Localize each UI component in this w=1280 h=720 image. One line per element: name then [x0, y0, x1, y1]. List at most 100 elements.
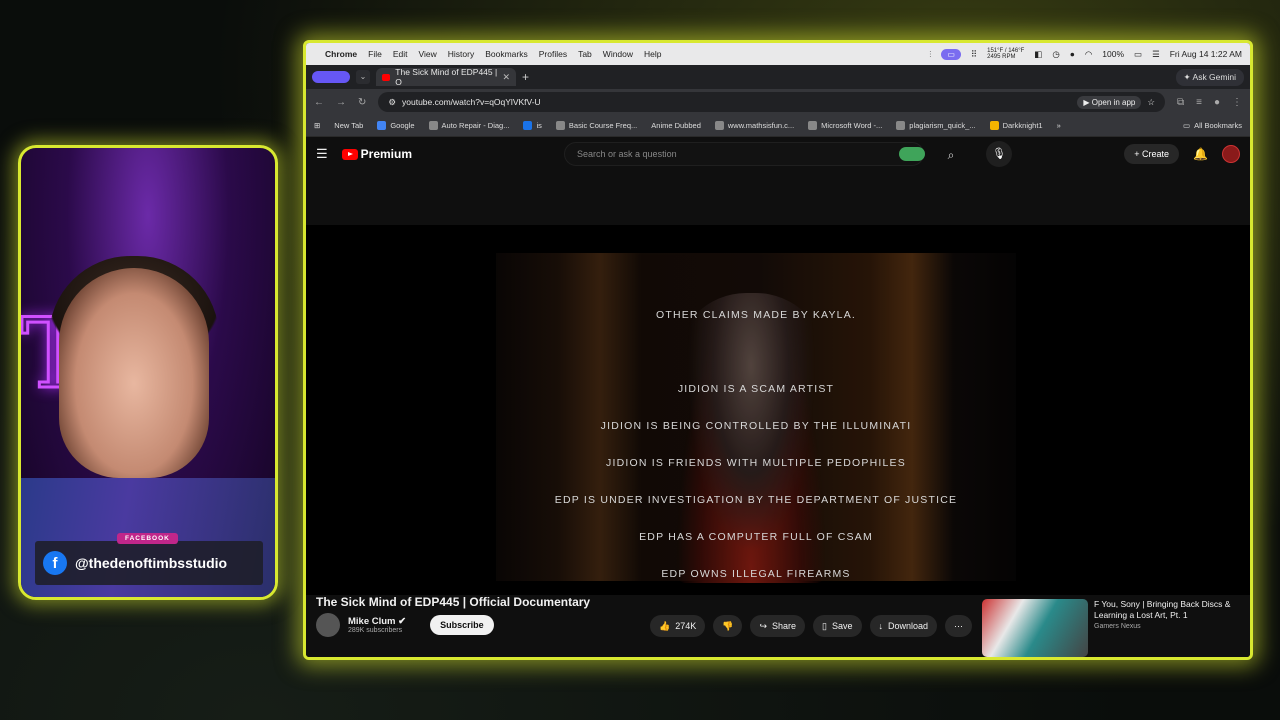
streamer-face — [59, 268, 209, 478]
claim-line: EDP OWNS ILLEGAL FIREARMS — [661, 568, 851, 580]
bookmark-auto-repair[interactable]: Auto Repair - Diag... — [428, 121, 509, 130]
claim-line: EDP HAS A COMPUTER FULL OF CSAM — [639, 531, 873, 543]
channel-info[interactable]: Mike Clum ✔ 289K subscribers — [348, 616, 406, 634]
bookmark-basic-course[interactable]: Basic Course Freq... — [555, 121, 637, 130]
hamburger-menu-icon[interactable]: ☰ — [316, 146, 328, 162]
back-icon[interactable]: ← — [314, 97, 324, 108]
subscribe-button[interactable]: Subscribe — [430, 615, 494, 635]
save-button[interactable]: ▯ Save — [813, 615, 862, 637]
clock-icon[interactable]: ◷ — [1052, 49, 1059, 60]
youtube-play-icon — [341, 148, 358, 160]
menu-view[interactable]: View — [418, 49, 436, 59]
channel-avatar[interactable] — [316, 613, 340, 637]
new-tab-icon[interactable]: + — [522, 70, 529, 84]
more-actions-icon[interactable]: ⋯ — [945, 615, 973, 637]
related-info[interactable]: F You, Sony | Bringing Back Discs & Lear… — [1094, 599, 1246, 657]
apps-grid-icon[interactable]: ⊞ — [314, 121, 320, 130]
window-icon[interactable]: ◧ — [1034, 49, 1042, 60]
user-icon[interactable]: ● — [1070, 49, 1075, 59]
more-bookmarks-icon[interactable]: » — [1057, 121, 1061, 130]
thumbs-down-icon: 👎 — [722, 620, 734, 631]
kebab-menu-icon[interactable]: ⋮ — [1232, 97, 1242, 108]
menu-window[interactable]: Window — [603, 49, 633, 59]
battery-icon[interactable]: ▭ — [1134, 49, 1142, 60]
page-icon — [808, 121, 818, 130]
audio-icon[interactable]: ⫶ — [929, 49, 931, 60]
page-icon — [428, 121, 438, 130]
thumbs-up-icon: 👍 — [659, 620, 671, 631]
open-in-app-button[interactable]: ▶ Open in app — [1077, 95, 1142, 109]
forward-icon[interactable]: → — [336, 97, 346, 108]
bookmark-word[interactable]: Microsoft Word -... — [808, 121, 882, 130]
menu-file[interactable]: File — [368, 49, 382, 59]
menu-app-name[interactable]: Chrome — [325, 49, 357, 59]
menu-edit[interactable]: Edit — [393, 49, 408, 59]
download-button[interactable]: ↓ Download — [869, 615, 938, 637]
menu-history[interactable]: History — [448, 49, 474, 59]
share-button[interactable]: ↪ Share — [750, 615, 806, 637]
all-bookmarks[interactable]: ▭ All Bookmarks — [1183, 121, 1242, 130]
user-avatar[interactable] — [1222, 145, 1240, 163]
like-button[interactable]: 👍 274K — [650, 615, 706, 637]
video-player[interactable]: OTHER CLAIMS MADE BY KAYLA. JIDION IS A … — [306, 225, 1250, 595]
google-icon — [377, 121, 387, 130]
tab-close-icon[interactable]: ✕ — [502, 72, 510, 83]
tab-group-chip[interactable] — [312, 71, 350, 83]
globe-icon — [555, 121, 565, 130]
bookmark-anime[interactable]: Anime Dubbed — [651, 121, 701, 130]
bookmark-mathsisfun[interactable]: www.mathsisfun.c... — [714, 121, 794, 130]
microphone-icon[interactable]: 🎙 — [986, 141, 1013, 167]
related-title[interactable]: F You, Sony | Bringing Back Discs & Lear… — [1094, 599, 1246, 621]
claim-line: JIDION IS FRIENDS WITH MULTIPLE PEDOPHIL… — [606, 457, 906, 469]
wifi-icon[interactable]: ◠ — [1085, 49, 1092, 60]
bookmark-darkknight[interactable]: Darkknight1 — [989, 121, 1043, 130]
menu-help[interactable]: Help — [644, 49, 661, 59]
search-icon[interactable]: ⌕ — [937, 143, 965, 167]
ask-gemini-button[interactable]: ✦ Ask Gemini — [1175, 68, 1244, 86]
address-bar: ← → ↻ ⚙ youtube.com/watch?v=qOqYlVKfV-U … — [306, 89, 1250, 115]
tab-active[interactable]: The Sick Mind of EDP445 | O ✕ — [376, 67, 516, 87]
claim-line: EDP IS UNDER INVESTIGATION BY THE DEPART… — [554, 494, 958, 506]
related-channel: Gamers Nexus — [1094, 623, 1141, 630]
create-button[interactable]: + Create — [1124, 144, 1180, 164]
menu-tab[interactable]: Tab — [578, 49, 592, 59]
bookmark-plagiarism[interactable]: plagiarism_quick_... — [896, 121, 976, 130]
youtube-logo[interactable]: Premium — [341, 147, 412, 161]
download-icon: ↓ — [878, 621, 884, 631]
share-icon: ↪ — [759, 620, 768, 631]
extensions-icon[interactable]: ⧉ — [1177, 97, 1184, 108]
video-meta: The Sick Mind of EDP445 | Official Docum… — [306, 595, 1250, 657]
reload-icon[interactable]: ↻ — [358, 97, 366, 108]
bookmark-google[interactable]: Google — [377, 121, 415, 130]
bookmark-is[interactable]: is — [523, 121, 542, 130]
channel-name[interactable]: Mike Clum ✔ — [348, 616, 406, 627]
site-info-icon[interactable]: ⚙ — [388, 97, 396, 108]
related-video[interactable]: F You, Sony | Bringing Back Discs & Lear… — [982, 599, 1246, 657]
tab-title: The Sick Mind of EDP445 | O — [395, 67, 498, 87]
media-icon[interactable]: ≡ — [1196, 97, 1202, 108]
mac-menubar: Chrome File Edit View History Bookmarks … — [306, 43, 1250, 65]
profile-icon[interactable]: ● — [1214, 97, 1220, 108]
control-center-icon[interactable]: ☰ — [1152, 49, 1160, 60]
page-icon — [714, 121, 724, 130]
screen-record-icon[interactable]: ▭ — [941, 48, 961, 60]
verified-icon: ✔ — [398, 616, 407, 627]
social-handle: @thedenoftimbsstudio — [75, 555, 228, 571]
bookmark-new-tab[interactable]: New Tab — [334, 121, 363, 130]
tab-search-icon[interactable]: ⌄ — [356, 70, 370, 84]
facebook-icon: f — [43, 551, 67, 575]
dislike-button[interactable]: 👎 — [713, 615, 743, 637]
related-thumbnail[interactable] — [982, 599, 1088, 657]
battery-text: 100% — [1102, 49, 1125, 59]
datetime[interactable]: Fri Aug 14 1:22 AM — [1170, 49, 1242, 59]
page-icon — [523, 121, 533, 130]
notifications-bell-icon[interactable]: 🔔 — [1193, 147, 1208, 161]
bookmark-star-icon[interactable]: ☆ — [1147, 97, 1155, 108]
menu-profiles[interactable]: Profiles — [539, 49, 567, 59]
url-field[interactable]: ⚙ youtube.com/watch?v=qOqYlVKfV-U ▶ Open… — [378, 92, 1165, 112]
grid-icon[interactable]: ⠿ — [971, 49, 977, 60]
globe-icon — [896, 121, 906, 130]
extension-badge-icon[interactable] — [899, 147, 926, 161]
search-input[interactable]: Search or ask a question ⌕ — [564, 142, 954, 166]
menu-bookmarks[interactable]: Bookmarks — [485, 49, 528, 59]
